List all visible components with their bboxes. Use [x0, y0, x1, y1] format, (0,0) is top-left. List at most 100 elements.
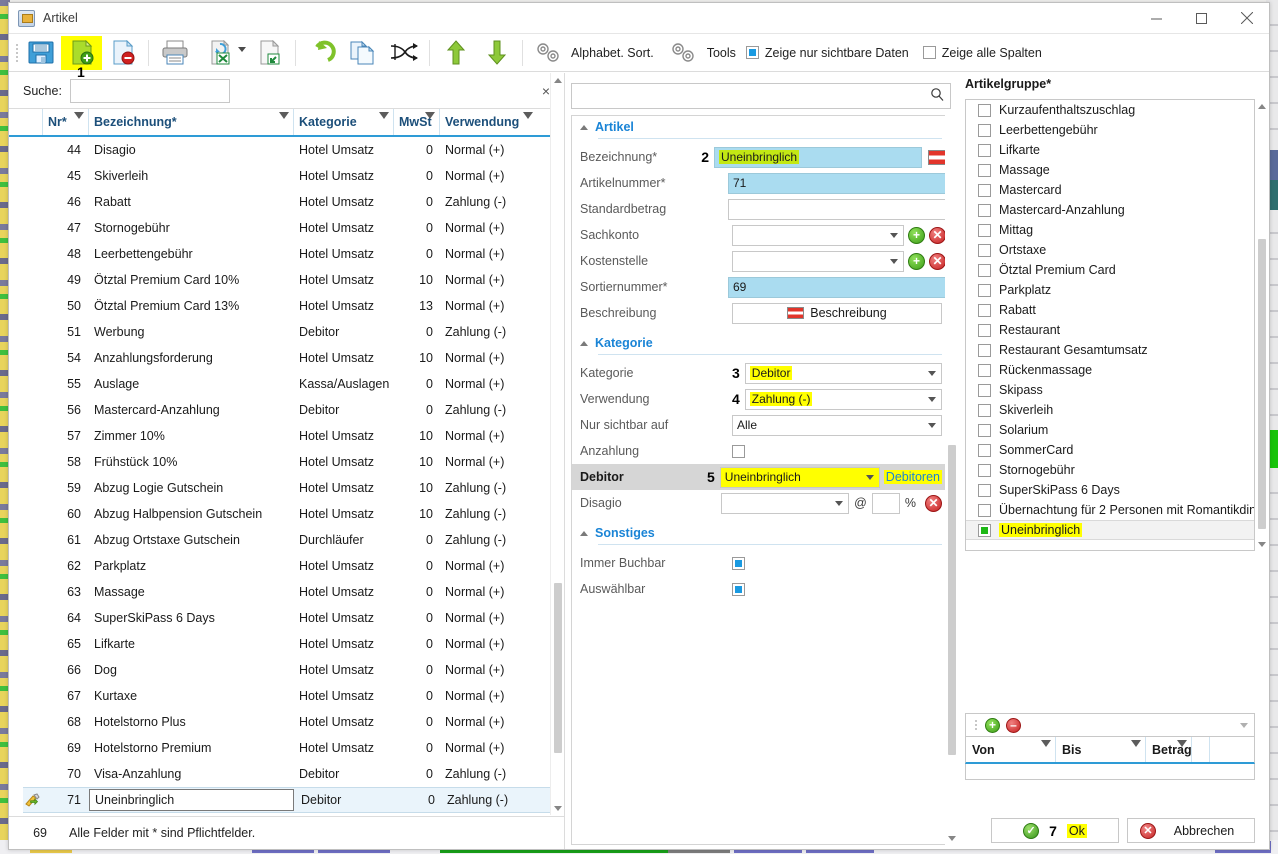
checkbox-visible-data-box[interactable] [745, 46, 759, 59]
chevron-down-icon[interactable] [928, 422, 936, 428]
debitoren-link[interactable]: Debitoren [883, 470, 942, 484]
list-item[interactable]: Skiverleih [966, 400, 1254, 420]
scroll-up-icon[interactable] [1255, 99, 1269, 113]
table-row[interactable]: 70 Visa-Anzahlung Debitor 0 Zahlung (-) [23, 761, 564, 787]
checkbox-artikelgruppe[interactable] [978, 163, 991, 177]
print-icon[interactable] [154, 36, 195, 70]
close-icon[interactable] [1224, 3, 1269, 33]
section-header-artikel[interactable]: Artikel [572, 116, 950, 136]
table-row[interactable]: 51 Werbung Debitor 0 Zahlung (-) [23, 319, 564, 345]
checkbox-all-columns[interactable]: Zeige alle Spalten [922, 46, 1042, 60]
checkbox-visible-data[interactable]: Zeige nur sichtbare Daten [745, 46, 909, 60]
list-item[interactable]: SommerCard [966, 440, 1254, 460]
alphabet-sort-label[interactable]: Alphabet. Sort. [571, 46, 654, 60]
scroll-down-icon[interactable] [551, 801, 564, 815]
checkbox-artikelgruppe[interactable] [978, 283, 991, 297]
input-artikelnummer[interactable]: 71 [728, 172, 950, 194]
combo-kostenstelle[interactable] [732, 250, 904, 272]
price-grid-header-betrag[interactable]: Betrag [1146, 737, 1192, 762]
table-row[interactable]: 56 Mastercard-Anzahlung Debitor 0 Zahlung (-… [23, 397, 564, 423]
list-item[interactable]: Mastercard-Anzahlung [966, 200, 1254, 220]
list-item[interactable]: Lifkarte [966, 140, 1254, 160]
table-row[interactable]: 47 Stornogebühr Hotel Umsatz 0 Normal (+) [23, 215, 564, 241]
grid-header-verwendung[interactable]: Verwendung [440, 109, 537, 135]
checkbox-auswaehlbar[interactable] [732, 582, 745, 596]
combo-kategorie[interactable]: Debitor [744, 362, 942, 384]
checkbox-artikelgruppe[interactable] [978, 243, 991, 257]
table-row[interactable]: 57 Zimmer 10% Hotel Umsatz 10 Normal (+) [23, 423, 564, 449]
table-row[interactable]: 67 Kurtaxe Hotel Umsatz 0 Normal (+) [23, 683, 564, 709]
move-up-icon[interactable] [435, 36, 476, 70]
checkbox-all-columns-box[interactable] [922, 46, 936, 59]
checkbox-artikelgruppe[interactable] [978, 483, 991, 497]
detail-vertical-scrollbar[interactable] [945, 115, 959, 845]
checkbox-artikelgruppe[interactable] [978, 523, 991, 537]
search-icon[interactable] [924, 87, 950, 106]
grid-header-kategorie[interactable]: Kategorie [294, 109, 394, 135]
table-row[interactable]: 69 Hotelstorno Premium Hotel Umsatz 0 Normal… [23, 735, 564, 761]
combo-disagio[interactable] [721, 492, 850, 514]
filter-icon[interactable] [379, 112, 389, 119]
checkbox-artikelgruppe[interactable] [978, 123, 991, 137]
table-row[interactable]: 59 Abzug Logie Gutschein Hotel Umsatz 10 Zah… [23, 475, 564, 501]
combo-nur-sichtbar-auf[interactable]: Alle [732, 414, 942, 436]
maximize-icon[interactable] [1179, 3, 1224, 33]
table-row[interactable]: 68 Hotelstorno Plus Hotel Umsatz 0 Normal (+… [23, 709, 564, 735]
add-icon[interactable]: + [908, 252, 925, 270]
chevron-up-icon[interactable] [580, 124, 588, 130]
input-disagio-percent[interactable] [871, 492, 900, 514]
checkbox-artikelgruppe[interactable] [978, 323, 991, 337]
tools-icon[interactable] [664, 36, 705, 70]
toolbar-grip[interactable] [13, 42, 20, 64]
list-item[interactable]: Übernachtung für 2 Personen mit Romantik… [966, 500, 1254, 520]
price-grid-header-von[interactable]: Von [966, 737, 1056, 762]
table-row[interactable]: 58 Frühstück 10% Hotel Umsatz 10 Normal (+) [23, 449, 564, 475]
list-item[interactable]: Rabatt [966, 300, 1254, 320]
table-row[interactable]: 54 Anzahlungsforderung Hotel Umsatz 10 Norma… [23, 345, 564, 371]
delete-record-icon[interactable] [102, 36, 143, 70]
checkbox-artikelgruppe[interactable] [978, 143, 991, 157]
table-row[interactable]: 46 Rabatt Hotel Umsatz 0 Zahlung (-) [23, 189, 564, 215]
list-item[interactable]: Parkplatz [966, 280, 1254, 300]
table-row[interactable]: 49 Ötztal Premium Card 10% Hotel Umsatz 10 N… [23, 267, 564, 293]
scroll-down-icon[interactable] [945, 831, 959, 845]
artikelgruppe-scrollbar[interactable] [1255, 99, 1269, 551]
table-row[interactable]: 55 Auslage Kassa/Auslagen 0 Normal (+) [23, 371, 564, 397]
search-input[interactable] [69, 78, 230, 103]
list-item[interactable]: Kurzaufenthaltszuschlag [966, 100, 1254, 120]
table-row[interactable]: 62 Parkplatz Hotel Umsatz 0 Normal (+) [23, 553, 564, 579]
filter-icon[interactable] [1177, 740, 1187, 747]
chevron-down-icon[interactable] [890, 258, 898, 264]
checkbox-artikelgruppe[interactable] [978, 423, 991, 437]
merge-icon[interactable] [383, 36, 424, 70]
section-header-sonstiges[interactable]: Sonstiges [572, 522, 950, 542]
list-item[interactable]: Solarium [966, 420, 1254, 440]
remove-icon[interactable]: ✕ [929, 252, 946, 270]
checkbox-artikelgruppe[interactable] [978, 463, 991, 477]
combo-sachkonto[interactable] [732, 224, 904, 246]
grid-header-bezeichnung[interactable]: Bezeichnung* [89, 109, 294, 135]
detail-search-box[interactable] [571, 83, 951, 109]
checkbox-artikelgruppe[interactable] [978, 503, 991, 517]
filter-icon[interactable] [523, 112, 533, 119]
price-grid-header-bis[interactable]: Bis [1056, 737, 1146, 762]
move-down-icon[interactable] [476, 36, 517, 70]
import-icon[interactable] [249, 36, 290, 70]
table-row[interactable]: 48 Leerbettengebühr Hotel Umsatz 0 Normal (+… [23, 241, 564, 267]
list-item[interactable]: Leerbettengebühr [966, 120, 1254, 140]
table-row[interactable]: 65 Lifkarte Hotel Umsatz 0 Normal (+) [23, 631, 564, 657]
checkbox-artikelgruppe[interactable] [978, 103, 991, 117]
list-item[interactable]: Mittag [966, 220, 1254, 240]
table-row[interactable]: 45 Skiverleih Hotel Umsatz 0 Normal (+) [23, 163, 564, 189]
checkbox-artikelgruppe[interactable] [978, 263, 991, 277]
detail-search-input[interactable] [572, 89, 924, 103]
remove-icon[interactable]: ✕ [929, 226, 946, 244]
table-row[interactable]: 61 Abzug Ortstaxe Gutschein Durchläufer 0 Za… [23, 527, 564, 553]
input-standardbetrag[interactable] [728, 198, 950, 220]
section-header-kategorie[interactable]: Kategorie [572, 332, 950, 352]
minimize-icon[interactable] [1134, 3, 1179, 33]
duplicate-icon[interactable] [342, 36, 383, 70]
chevron-down-icon[interactable] [928, 370, 936, 376]
new-record-icon[interactable]: 1 [61, 35, 102, 80]
filter-icon[interactable] [1041, 740, 1051, 747]
